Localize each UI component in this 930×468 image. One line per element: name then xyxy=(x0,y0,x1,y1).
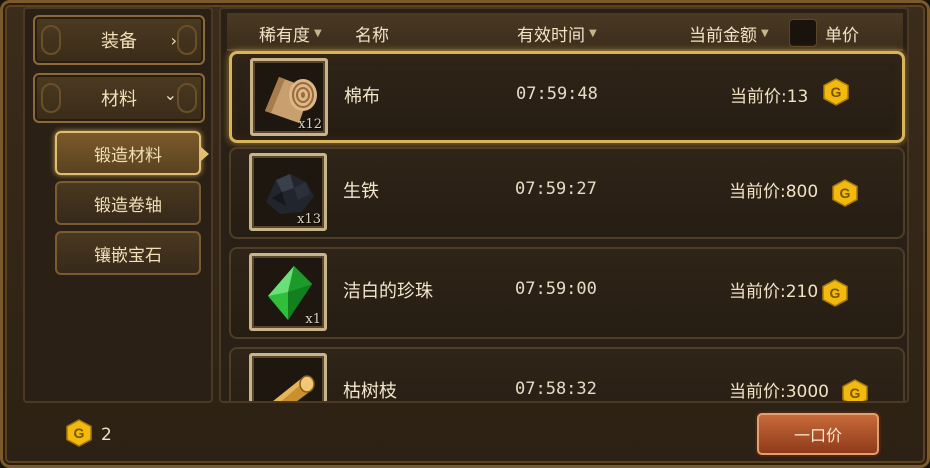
ornament-icon xyxy=(41,25,61,55)
item-quantity: x12 xyxy=(298,117,322,132)
sort-price-button[interactable]: 当前金额 ▼ xyxy=(689,21,769,46)
gold-balance: 2 xyxy=(101,425,112,445)
header-price: 当前金额 xyxy=(689,26,757,46)
table-header: 稀有度 ▼ 名称 有效时间 ▼ 当前金额 ▼ 单价 xyxy=(227,13,903,51)
ornament-icon xyxy=(177,25,197,55)
header-name-label: 名称 xyxy=(355,26,389,46)
gold-coin-icon: G xyxy=(823,78,849,106)
subcategory-label: 镶嵌宝石 xyxy=(94,245,162,266)
item-quantity: x1 xyxy=(305,312,321,327)
wood-log-icon xyxy=(273,375,315,401)
item-price: 当前价:3000 xyxy=(729,382,829,402)
table-row[interactable]: x12 棉布 07:59:48 当前价:13 G xyxy=(229,51,905,143)
item-price: 当前价:210 xyxy=(729,282,819,302)
header-unit-price: 单价 xyxy=(825,21,859,46)
item-name: 洁白的珍珠 xyxy=(343,281,433,302)
header-name: 名称 xyxy=(355,21,389,46)
gold-coin-icon: G xyxy=(842,379,868,401)
svg-text:G: G xyxy=(74,425,85,441)
svg-text:G: G xyxy=(830,285,841,301)
table-row[interactable]: 枯树枝 07:58:32 当前价:3000 G xyxy=(229,347,905,402)
item-quantity: x13 xyxy=(297,212,321,227)
category-equipment-button[interactable]: 装备 › xyxy=(33,15,205,65)
sort-arrow-icon: ▼ xyxy=(761,28,769,39)
table-row[interactable]: x13 生铁 07:59:27 当前价:800 G xyxy=(229,147,905,239)
item-slot: x13 xyxy=(249,153,327,231)
active-pointer-icon xyxy=(201,147,209,161)
category-materials-button[interactable]: 材料 ⌄ xyxy=(33,73,205,123)
item-name: 枯树枝 xyxy=(343,381,397,402)
auction-window: 装备 › 材料 ⌄ 锻造材料 锻造卷轴 镶嵌宝石 稀有度 ▼ 名称 有效时间 ▼… xyxy=(0,0,930,468)
ornament-icon xyxy=(41,83,61,113)
item-slot xyxy=(249,353,327,401)
sort-arrow-icon: ▼ xyxy=(589,28,597,39)
subcategory-label: 锻造材料 xyxy=(94,145,162,166)
subcategory-forging-materials[interactable]: 锻造材料 xyxy=(55,131,209,175)
ornament-icon xyxy=(177,83,197,113)
svg-text:G: G xyxy=(840,185,851,201)
item-list-panel: 稀有度 ▼ 名称 有效时间 ▼ 当前金额 ▼ 单价 x12 棉布 07:59:4… xyxy=(219,7,909,403)
sort-rarity-button[interactable]: 稀有度 ▼ xyxy=(259,21,322,46)
gold-coin-icon: G xyxy=(822,279,848,307)
subcategory-forging-scrolls[interactable]: 锻造卷轴 xyxy=(55,181,201,225)
category-label: 材料 xyxy=(101,89,137,110)
gold-coin-icon: G xyxy=(66,419,92,447)
sort-arrow-icon: ▼ xyxy=(314,28,322,39)
unit-price-checkbox[interactable] xyxy=(789,19,817,47)
item-time-left: 07:59:48 xyxy=(516,84,598,104)
item-time-left: 07:58:32 xyxy=(515,379,597,399)
header-rarity: 稀有度 xyxy=(259,26,310,46)
item-price: 当前价:800 xyxy=(729,182,819,202)
header-unit-price-label: 单价 xyxy=(825,26,859,46)
table-row[interactable]: x1 洁白的珍珠 07:59:00 当前价:210 G xyxy=(229,247,905,339)
item-slot: x12 xyxy=(250,58,328,136)
item-time-left: 07:59:00 xyxy=(515,279,597,299)
svg-text:G: G xyxy=(850,385,861,401)
item-time-left: 07:59:27 xyxy=(515,179,597,199)
item-slot: x1 xyxy=(249,253,327,331)
item-list: x12 棉布 07:59:48 当前价:13 G x13 生铁 07:59:27… xyxy=(227,51,905,402)
category-panel: 装备 › 材料 ⌄ 锻造材料 锻造卷轴 镶嵌宝石 xyxy=(23,7,213,403)
chevron-down-icon: ⌄ xyxy=(163,85,177,104)
category-label: 装备 xyxy=(101,31,137,52)
item-name: 生铁 xyxy=(343,181,379,202)
svg-text:G: G xyxy=(831,84,842,100)
item-price: 当前价:13 xyxy=(730,87,809,107)
header-time: 有效时间 xyxy=(517,26,585,46)
subcategory-gems[interactable]: 镶嵌宝石 xyxy=(55,231,201,275)
buyout-button[interactable]: 一口价 xyxy=(757,413,879,455)
gold-coin-icon: G xyxy=(832,179,858,207)
item-name: 棉布 xyxy=(344,86,380,107)
subcategory-label: 锻造卷轴 xyxy=(94,195,162,216)
sort-time-button[interactable]: 有效时间 ▼ xyxy=(517,21,597,46)
